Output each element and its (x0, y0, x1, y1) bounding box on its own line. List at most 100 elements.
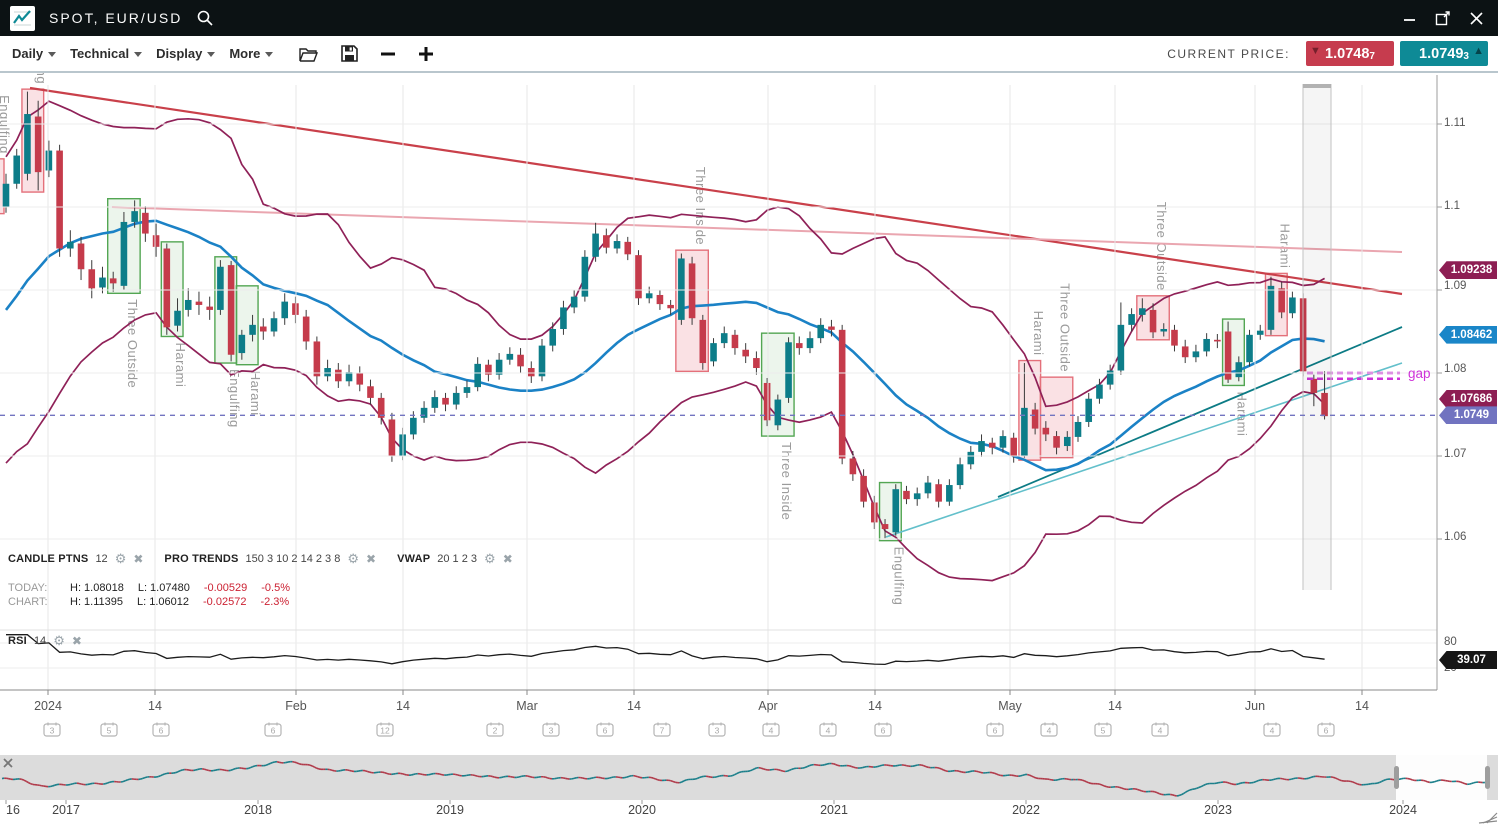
y-tick-label: 1.08 (1444, 363, 1466, 375)
gear-icon[interactable]: ⚙ (347, 551, 359, 567)
navigator-year-label: 2017 (52, 803, 80, 817)
navigator-handle[interactable] (1394, 766, 1399, 789)
rsi-level-label: 80 (1444, 636, 1457, 648)
candle (1064, 437, 1071, 446)
calendar-marker-icon[interactable]: 3 (44, 723, 60, 737)
minimize-icon[interactable] (1403, 11, 1417, 25)
candle (228, 265, 235, 355)
calendar-marker-icon[interactable]: 6 (875, 723, 891, 737)
calendar-marker-icon[interactable]: 4 (1152, 723, 1168, 737)
x-tick-label: 14 (148, 699, 162, 713)
popout-icon[interactable] (1435, 10, 1451, 26)
arrow-up-icon: ▲ (1473, 45, 1484, 57)
open-folder-icon[interactable] (299, 46, 319, 62)
candle (453, 393, 460, 405)
y-tick-label: 1.09 (1444, 280, 1466, 292)
calendar-marker-icon[interactable]: 3 (543, 723, 559, 737)
bid-price: 1.0748 (1325, 46, 1369, 62)
price-badge: 1.08462 (1439, 326, 1497, 344)
price-chart-canvas[interactable]: EngulfingEngulfingThree OutsideHaramiEng… (0, 73, 1498, 824)
candle (206, 307, 213, 310)
candle (324, 368, 331, 376)
gear-icon[interactable]: ⚙ (115, 551, 127, 567)
svg-text:6: 6 (993, 726, 998, 736)
navigator-selection[interactable] (1396, 755, 1487, 800)
menu-display[interactable]: Display (156, 46, 215, 61)
calendar-marker-icon[interactable]: 5 (101, 723, 117, 737)
remove-indicator-icon[interactable]: ✖ (133, 552, 143, 566)
candle (539, 346, 546, 377)
chevron-down-icon (134, 52, 142, 57)
calendar-marker-icon[interactable]: 4 (763, 723, 779, 737)
today-stats-row: TODAY: H: 1.08018 L: 1.07480 -0.00529 -0… (8, 581, 527, 595)
y-tick-label: 1.1 (1444, 200, 1460, 212)
candle (678, 258, 685, 319)
candle (1236, 362, 1243, 377)
close-icon[interactable] (1469, 11, 1484, 26)
candle-pattern-label: Harami (173, 342, 188, 387)
calendar-marker-icon[interactable]: 7 (654, 723, 670, 737)
gear-icon[interactable]: ⚙ (484, 551, 496, 567)
svg-text:5: 5 (107, 726, 112, 736)
calendar-marker-icon[interactable]: 6 (987, 723, 1003, 737)
candle (989, 443, 996, 448)
candle (1268, 286, 1275, 330)
candle (1289, 297, 1296, 313)
calendar-marker-icon[interactable]: 4 (1264, 723, 1280, 737)
x-tick-label: 14 (1355, 699, 1369, 713)
remove-indicator-icon[interactable]: ✖ (366, 552, 376, 566)
menu-technical-label: Technical (70, 46, 129, 61)
candle (346, 372, 353, 381)
zoom-out-icon[interactable] (380, 46, 396, 62)
candle (1193, 351, 1200, 357)
menu-display-label: Display (156, 46, 202, 61)
chevron-down-icon (207, 52, 215, 57)
candle (142, 213, 149, 234)
moving-average-line (6, 221, 1325, 470)
calendar-marker-icon[interactable]: 6 (265, 723, 281, 737)
gear-icon[interactable]: ⚙ (53, 633, 65, 649)
calendar-marker-icon[interactable]: 5 (1095, 723, 1111, 737)
candle (46, 151, 53, 171)
remove-indicator-icon[interactable]: ✖ (503, 552, 513, 566)
calendar-marker-icon[interactable]: 3 (709, 723, 725, 737)
gap-annotation-label: gap (1408, 366, 1431, 381)
bid-price-badge: ▼ 1.07487 (1306, 41, 1394, 66)
svg-text:5: 5 (1101, 726, 1106, 736)
calendar-marker-icon[interactable]: 4 (820, 723, 836, 737)
search-icon[interactable] (196, 9, 214, 27)
calendar-marker-icon[interactable]: 4 (1041, 723, 1057, 737)
navigator-track[interactable] (0, 755, 1498, 800)
candle (281, 302, 288, 319)
navigator-handle[interactable] (1485, 766, 1490, 789)
candle (1214, 340, 1221, 342)
menu-more-label: More (229, 46, 260, 61)
y-tick-label: 1.06 (1444, 531, 1466, 543)
calendar-marker-icon[interactable]: 12 (377, 723, 393, 737)
candle (946, 485, 953, 502)
menu-technical[interactable]: Technical (70, 46, 142, 61)
candle (1128, 314, 1135, 325)
candle (850, 458, 857, 474)
svg-text:4: 4 (826, 726, 831, 736)
calendar-marker-icon[interactable]: 6 (153, 723, 169, 737)
calendar-marker-icon[interactable]: 6 (1318, 723, 1334, 737)
menu-daily[interactable]: Daily (12, 46, 56, 61)
svg-text:4: 4 (1158, 726, 1163, 736)
save-icon[interactable] (341, 45, 358, 62)
candle (925, 483, 932, 494)
candle (796, 343, 803, 348)
menu-more[interactable]: More (229, 46, 273, 61)
svg-text:3: 3 (715, 726, 720, 736)
calendar-marker-icon[interactable]: 2 (487, 723, 503, 737)
candle (1150, 310, 1157, 332)
indicator-candle-ptns: CANDLE PTNS 12 ⚙ ✖ (8, 551, 143, 567)
candle (817, 325, 824, 338)
candle (3, 184, 10, 207)
zoom-in-icon[interactable] (418, 46, 434, 62)
trend-line[interactable] (112, 207, 1402, 252)
candle (389, 419, 396, 456)
candle (239, 335, 246, 353)
calendar-marker-icon[interactable]: 6 (597, 723, 613, 737)
remove-indicator-icon[interactable]: ✖ (72, 634, 82, 648)
